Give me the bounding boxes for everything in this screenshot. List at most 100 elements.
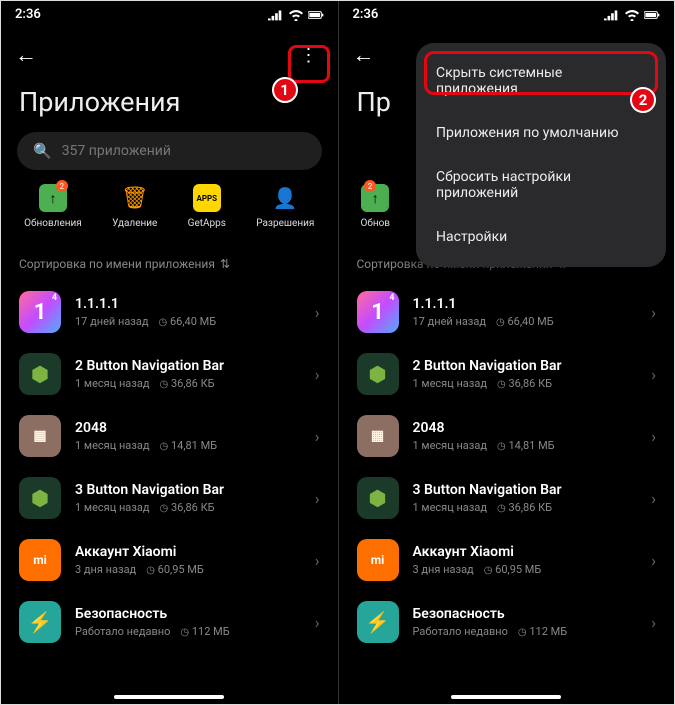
- battery-icon: [644, 9, 660, 21]
- storage-icon: ◷: [159, 441, 168, 452]
- app-icon: ⬢: [19, 353, 61, 395]
- app-size: 112 МБ: [529, 625, 567, 638]
- app-meta: Работало недавно ◷ 112 МБ: [75, 625, 301, 638]
- app-meta: Работало недавно ◷ 112 МБ: [413, 625, 638, 638]
- storage-icon: ◷: [496, 317, 505, 328]
- app-size: 14,81 МБ: [171, 439, 217, 452]
- app-icon: 4: [19, 291, 61, 333]
- storage-icon: ◷: [497, 503, 506, 514]
- storage-icon: ◷: [146, 565, 155, 576]
- app-meta: 1 месяц назад ◷ 14,81 МБ: [413, 439, 638, 452]
- app-time: 1 месяц назад: [413, 439, 487, 452]
- battery-icon: [308, 9, 324, 21]
- chevron-right-icon: ›: [651, 489, 656, 508]
- app-name: 2 Button Navigation Bar: [413, 358, 638, 374]
- app-row[interactable]: mi Аккаунт Xiaomi 3 дня назад ◷ 60,95 МБ…: [353, 529, 661, 591]
- app-name: 1.1.1.1: [75, 296, 301, 312]
- chevron-right-icon: ›: [651, 303, 656, 322]
- storage-icon: ◷: [497, 441, 506, 452]
- action-updates[interactable]: ↑ 2 Обнов: [361, 184, 391, 229]
- app-time: 3 дня назад: [75, 563, 136, 576]
- app-list: 4 1.1.1.1 17 дней назад ◷ 66,40 МБ › ⬢ 2…: [1, 281, 338, 653]
- app-name: Аккаунт Xiaomi: [413, 544, 638, 560]
- app-row[interactable]: ⬢ 3 Button Navigation Bar 1 месяц назад …: [353, 467, 661, 529]
- app-row[interactable]: ⚡ Безопасность Работало недавно ◷ 112 МБ…: [353, 591, 661, 653]
- action-permissions[interactable]: 👤 Разрешения: [256, 184, 314, 229]
- getapps-icon: APPS: [193, 184, 221, 212]
- app-name: Безопасность: [413, 606, 638, 622]
- action-updates[interactable]: ↑ 2 Обновления: [24, 184, 82, 229]
- sort-chevron-icon: ⇅: [220, 257, 230, 271]
- app-row[interactable]: ▦ 2048 1 месяц назад ◷ 14,81 МБ ›: [15, 405, 324, 467]
- storage-icon: ◷: [159, 317, 168, 328]
- header: ← ⋮: [1, 26, 338, 76]
- home-indicator[interactable]: [451, 695, 561, 699]
- search-placeholder: 357 приложений: [62, 143, 171, 159]
- action-delete[interactable]: 🗑 Удаление: [112, 184, 157, 229]
- app-row[interactable]: mi Аккаунт Xiaomi 3 дня назад ◷ 60,95 МБ…: [15, 529, 324, 591]
- app-meta: 3 дня назад ◷ 60,95 МБ: [413, 563, 638, 576]
- menu-settings[interactable]: Настройки: [416, 215, 666, 259]
- app-size: 66,40 МБ: [508, 315, 554, 328]
- updates-badge: 2: [56, 180, 68, 192]
- app-row[interactable]: 4 1.1.1.1 17 дней назад ◷ 66,40 МБ ›: [353, 281, 661, 343]
- chevron-right-icon: ›: [315, 365, 320, 384]
- app-size: 60,95 МБ: [495, 563, 541, 576]
- chevron-right-icon: ›: [315, 613, 320, 632]
- back-button[interactable]: ←: [15, 42, 37, 68]
- app-icon: 4: [357, 291, 399, 333]
- app-meta: 1 месяц назад ◷ 36,86 КБ: [413, 377, 638, 390]
- app-row[interactable]: 4 1.1.1.1 17 дней назад ◷ 66,40 МБ ›: [15, 281, 324, 343]
- search-input[interactable]: 🔍 357 приложений: [17, 132, 322, 170]
- app-time: 1 месяц назад: [75, 377, 149, 390]
- app-name: 3 Button Navigation Bar: [75, 482, 301, 498]
- app-icon: mi: [357, 539, 399, 581]
- app-icon: ⚡: [357, 601, 399, 643]
- menu-reset-prefs[interactable]: Сбросить настройки приложений: [416, 155, 666, 215]
- app-icon: ⬢: [19, 477, 61, 519]
- app-row[interactable]: ⬢ 2 Button Navigation Bar 1 месяц назад …: [353, 343, 661, 405]
- chevron-right-icon: ›: [315, 303, 320, 322]
- app-name: Безопасность: [75, 606, 301, 622]
- home-indicator[interactable]: [114, 695, 224, 699]
- storage-icon: ◷: [159, 503, 168, 514]
- more-menu-button[interactable]: ⋮: [294, 40, 324, 70]
- trash-icon: 🗑: [121, 184, 149, 212]
- search-icon: 🔍: [33, 142, 52, 160]
- wifi-icon: [624, 9, 640, 21]
- app-icon: ⚡: [19, 601, 61, 643]
- app-time: Работало недавно: [75, 625, 170, 638]
- storage-icon: ◷: [484, 565, 493, 576]
- overflow-menu: Скрыть системные приложения Приложения п…: [416, 43, 666, 267]
- menu-hide-system[interactable]: Скрыть системные приложения: [416, 51, 666, 111]
- annotation-callout-2: 2: [630, 87, 656, 113]
- app-meta: 1 месяц назад ◷ 36,86 КБ: [75, 501, 301, 514]
- app-row[interactable]: ⚡ Безопасность Работало недавно ◷ 112 МБ…: [15, 591, 324, 653]
- chevron-right-icon: ›: [315, 489, 320, 508]
- app-row[interactable]: ⬢ 3 Button Navigation Bar 1 месяц назад …: [15, 467, 324, 529]
- chevron-right-icon: ›: [651, 551, 656, 570]
- app-meta: 17 дней назад ◷ 66,40 МБ: [75, 315, 301, 328]
- app-time: 1 месяц назад: [75, 501, 149, 514]
- status-icons: [268, 9, 324, 21]
- app-time: 17 дней назад: [75, 315, 149, 328]
- app-time: 1 месяц назад: [413, 377, 487, 390]
- app-size: 66,40 МБ: [170, 315, 216, 328]
- back-button[interactable]: ←: [353, 42, 375, 68]
- status-icons: [604, 9, 660, 21]
- app-name: 2 Button Navigation Bar: [75, 358, 301, 374]
- app-row[interactable]: ▦ 2048 1 месяц назад ◷ 14,81 МБ ›: [353, 405, 661, 467]
- app-size: 36,86 КБ: [171, 377, 215, 390]
- sort-button[interactable]: Сортировка по имени приложения ⇅: [1, 239, 338, 281]
- action-getapps[interactable]: APPS GetApps: [188, 184, 226, 229]
- app-time: Работало недавно: [413, 625, 508, 638]
- app-size: 36,86 КБ: [508, 377, 552, 390]
- signal-icon: [604, 9, 620, 21]
- menu-default-apps[interactable]: Приложения по умолчанию: [416, 111, 666, 155]
- app-row[interactable]: ⬢ 2 Button Navigation Bar 1 месяц назад …: [15, 343, 324, 405]
- app-size: 112 МБ: [192, 625, 230, 638]
- app-name: 3 Button Navigation Bar: [413, 482, 638, 498]
- app-list: 4 1.1.1.1 17 дней назад ◷ 66,40 МБ › ⬢ 2…: [339, 281, 675, 653]
- app-size: 60,95 МБ: [158, 563, 204, 576]
- chevron-right-icon: ›: [651, 613, 656, 632]
